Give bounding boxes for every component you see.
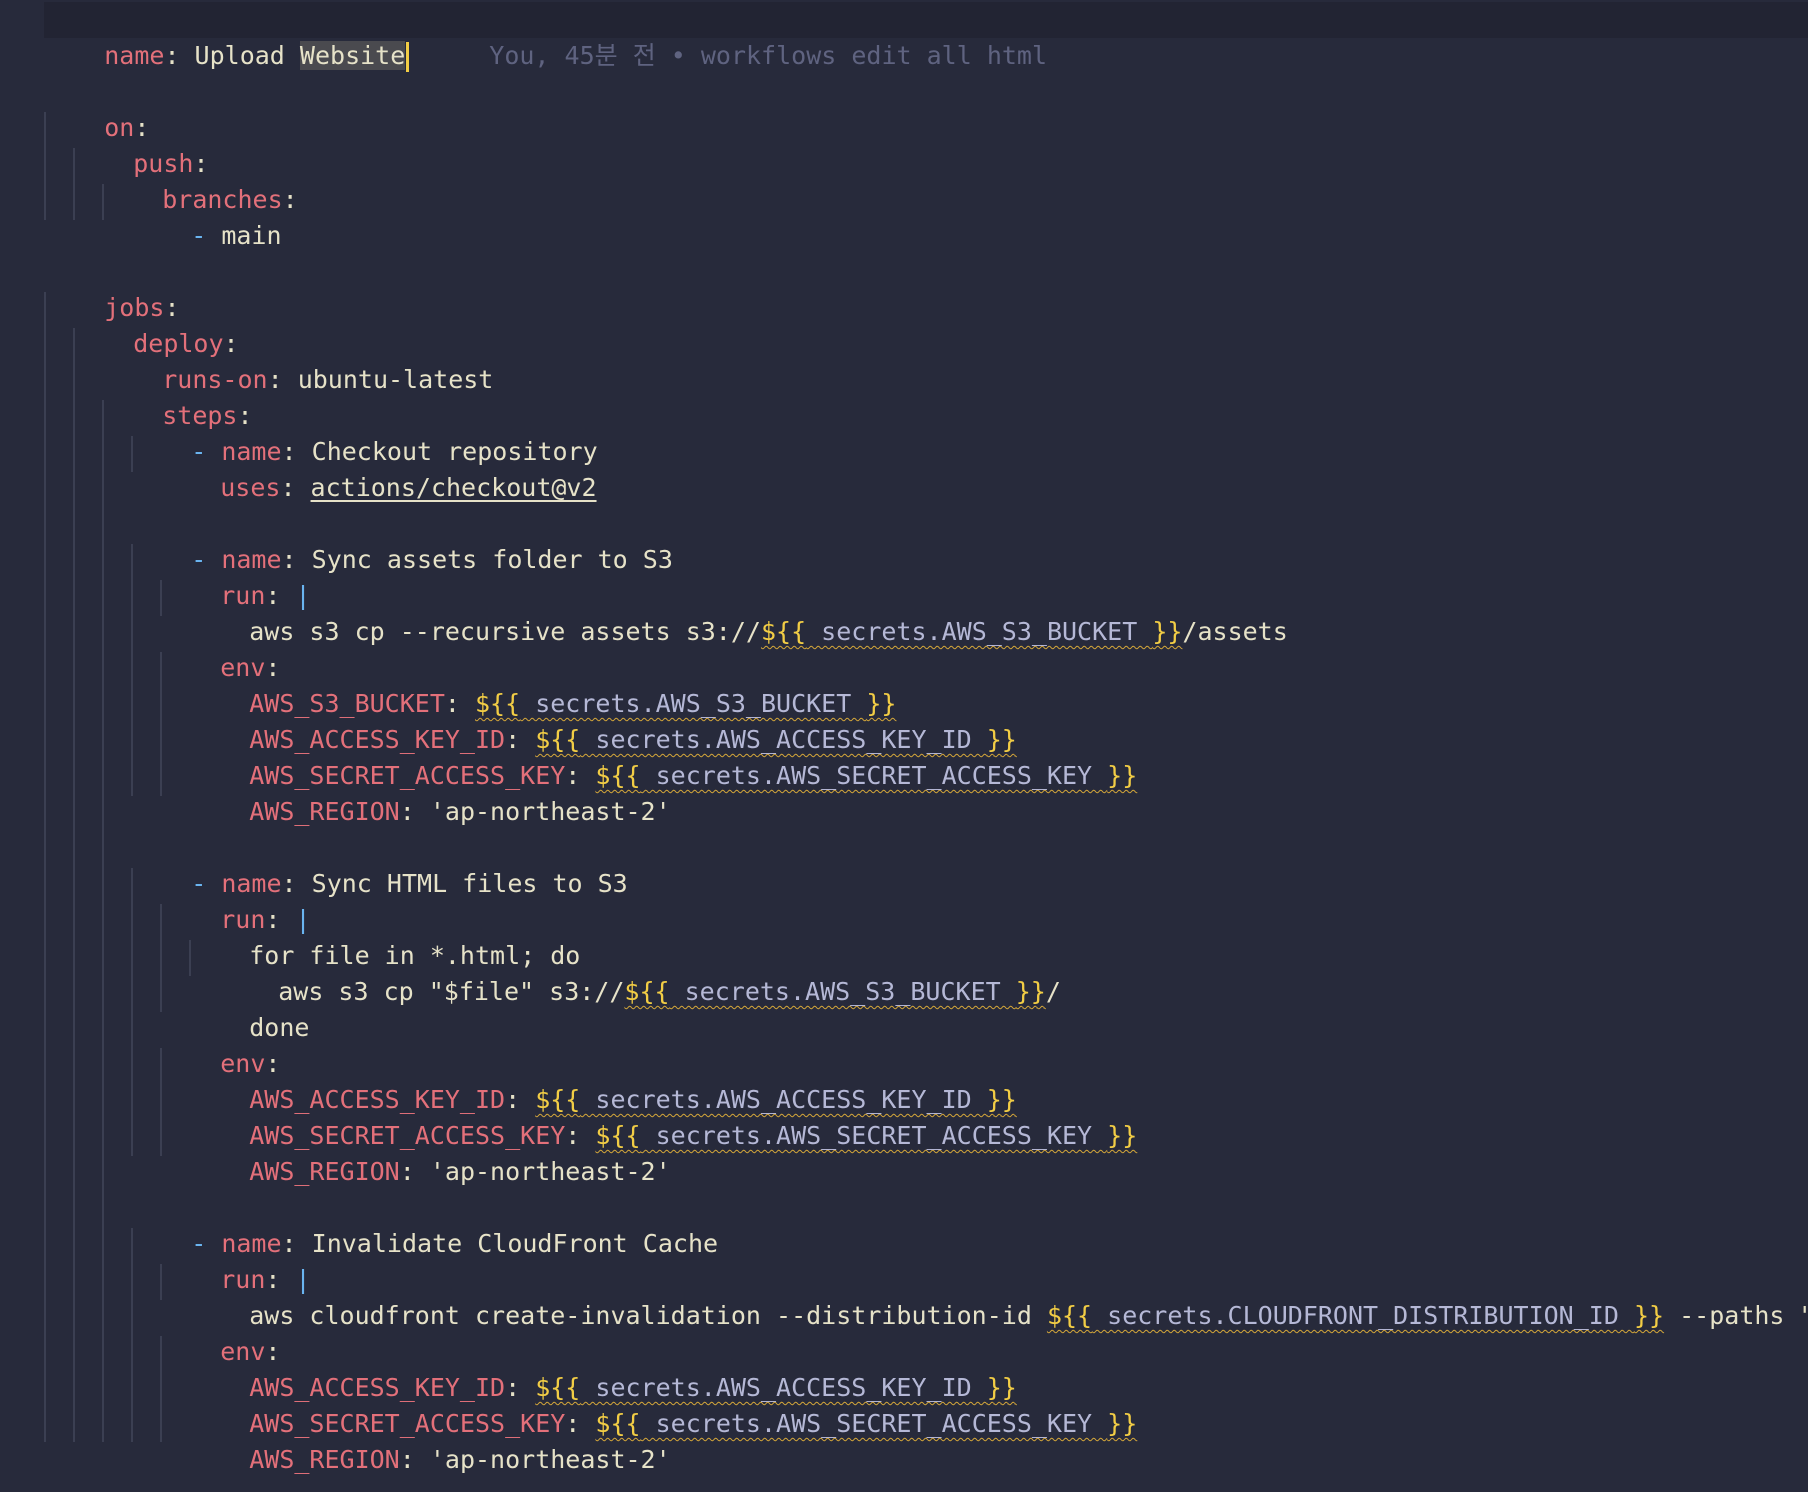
secret-reference: secrets.AWS_S3_BUCKET — [669, 977, 1016, 1006]
yaml-colon: : — [164, 41, 180, 70]
yaml-colon: : — [399, 1445, 430, 1474]
selected-text: Website — [299, 41, 406, 70]
code-line-35[interactable]: run: | — [160, 1226, 310, 1294]
code-line-38[interactable]: AWS_ACCESS_KEY_ID: ${{ secrets.AWS_ACCES… — [189, 1334, 1017, 1402]
expression-close: }} — [1633, 1301, 1665, 1330]
code-line-16[interactable]: run: | — [160, 542, 310, 610]
shell-command: aws s3 cp "$file" s3:// — [278, 977, 625, 1006]
expression-open: ${{ — [624, 977, 670, 1006]
yaml-colon: : — [280, 473, 311, 502]
action-link[interactable]: actions/checkout@v2 — [311, 473, 597, 502]
expression-open: ${{ — [760, 617, 807, 646]
secret-reference: secrets.AWS_S3_BUCKET — [806, 617, 1153, 646]
code-line-22[interactable]: AWS_REGION: 'ap-northeast-2' — [189, 758, 670, 826]
code-line-24[interactable]: - name: Sync HTML files to S3 — [131, 830, 628, 898]
yaml-value: Upload — [179, 41, 300, 70]
expression-close: }} — [1107, 761, 1138, 790]
expression-close: }} — [1107, 1121, 1138, 1150]
yaml-value: Invalidate CloudFront Cache — [311, 1229, 719, 1258]
yaml-colon: : — [267, 365, 298, 394]
code-line-40[interactable]: AWS_REGION: 'ap-northeast-2' — [189, 1406, 670, 1474]
code-line-39[interactable]: AWS_SECRET_ACCESS_KEY: ${{ secrets.AWS_S… — [189, 1370, 1137, 1438]
code-line-9[interactable]: deploy: — [73, 290, 238, 358]
code-line-29[interactable]: env: — [160, 1010, 280, 1078]
code-line-1[interactable]: name: Upload Website You, 45분 전 • workflo… — [44, 2, 1808, 72]
code-line-27[interactable]: aws s3 cp "$file" s3://${{ secrets.AWS_S… — [218, 938, 1061, 1006]
yaml-value: 'ap-northeast-2' — [429, 1445, 671, 1474]
list-dash: - — [191, 221, 222, 250]
yaml-value: Sync HTML files to S3 — [311, 869, 628, 898]
indent-guide — [73, 328, 75, 1442]
yaml-colon: : — [399, 1157, 430, 1186]
code-line-15[interactable]: - name: Sync assets folder to S3 — [131, 506, 673, 574]
code-line-37[interactable]: env: — [160, 1298, 280, 1366]
code-line-34[interactable]: - name: Invalidate CloudFront Cache — [131, 1190, 718, 1258]
code-line-18[interactable]: env: — [160, 614, 280, 682]
expression-open: ${{ — [1046, 1301, 1093, 1330]
code-line-5[interactable]: branches: — [102, 146, 297, 214]
code-line-32[interactable]: AWS_REGION: 'ap-northeast-2' — [189, 1118, 670, 1186]
shell-command: /assets — [1182, 617, 1288, 646]
yaml-value: main — [221, 221, 282, 250]
code-line-6[interactable]: - main — [131, 182, 281, 250]
secret-reference: secrets.AWS_SECRET_ACCESS_KEY — [640, 761, 1108, 790]
code-editor[interactable]: name: Upload Website You, 45분 전 • workflo… — [0, 0, 1808, 1492]
secret-reference: secrets.AWS_SECRET_ACCESS_KEY — [640, 1409, 1108, 1438]
code-line-31[interactable]: AWS_SECRET_ACCESS_KEY: ${{ secrets.AWS_S… — [189, 1082, 1137, 1150]
indent-guide — [44, 292, 46, 1442]
code-line-21[interactable]: AWS_SECRET_ACCESS_KEY: ${{ secrets.AWS_S… — [189, 722, 1137, 790]
git-blame-annotation: You, 45분 전 • workflows edit all html — [489, 41, 1048, 70]
expression-close: }} — [1107, 1409, 1138, 1438]
yaml-value: 'ap-northeast-2' — [429, 1157, 671, 1186]
shell-command: --paths "/*" — [1679, 1301, 1808, 1330]
text-cursor — [406, 42, 410, 72]
yaml-value: ubuntu-latest — [297, 365, 494, 394]
code-line-11[interactable]: steps: — [102, 362, 252, 430]
code-line-19[interactable]: AWS_S3_BUCKET: ${{ secrets.AWS_S3_BUCKET… — [189, 650, 896, 718]
code-line-3[interactable]: on: — [44, 74, 149, 142]
code-line-20[interactable]: AWS_ACCESS_KEY_ID: ${{ secrets.AWS_ACCES… — [189, 686, 1017, 754]
yaml-colon: : — [282, 185, 298, 214]
code-line-26[interactable]: for file in *.html; do — [189, 902, 580, 970]
shell-command: aws s3 cp --recursive assets s3:// — [249, 617, 761, 646]
code-line-10[interactable]: runs-on: ubuntu-latest — [102, 326, 493, 394]
yaml-key: AWS_REGION — [249, 1445, 400, 1474]
code-line-8[interactable]: jobs: — [44, 254, 179, 322]
yaml-value: 'ap-northeast-2' — [429, 797, 671, 826]
yaml-key: AWS_REGION — [249, 797, 400, 826]
code-line-30[interactable]: AWS_ACCESS_KEY_ID: ${{ secrets.AWS_ACCES… — [189, 1046, 1017, 1114]
secret-reference: secrets.CLOUDFRONT_DISTRIBUTION_ID — [1092, 1301, 1634, 1330]
code-line-13[interactable]: uses: actions/checkout@v2 — [160, 434, 596, 502]
expression-close: }} — [1152, 617, 1183, 646]
code-line-28[interactable]: done — [189, 974, 309, 1042]
code-line-12[interactable]: - name: Checkout repository — [131, 398, 597, 466]
shell-command: aws cloudfront create-invalidation --dis… — [249, 1301, 1047, 1330]
code-line-25[interactable]: run: | — [160, 866, 310, 934]
yaml-key: uses — [220, 473, 281, 502]
yaml-key: AWS_REGION — [249, 1157, 400, 1186]
code-line-4[interactable]: push: — [73, 110, 208, 178]
yaml-key: name — [104, 41, 165, 70]
yaml-value: Sync assets folder to S3 — [311, 545, 673, 574]
indent-guide — [102, 400, 104, 1442]
code-line-17[interactable]: aws s3 cp --recursive assets s3://${{ se… — [189, 578, 1288, 646]
code-line-36[interactable]: aws cloudfront create-invalidation --dis… — [189, 1262, 1808, 1330]
yaml-colon: : — [399, 797, 430, 826]
secret-reference: secrets.AWS_SECRET_ACCESS_KEY — [640, 1121, 1108, 1150]
shell-command: / — [1045, 977, 1061, 1006]
expression-close: }} — [1015, 977, 1046, 1006]
